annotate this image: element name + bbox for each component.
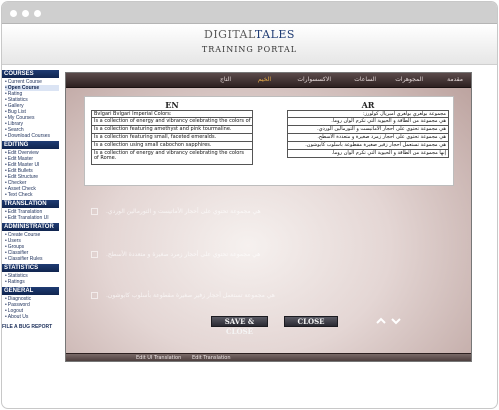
checkbox-icon [91, 251, 98, 258]
sidebar-nav: COURSES •Current Course •Open Course •Ratin… [2, 70, 59, 408]
english-column: EN Bvlgari Bvlgari Imperial Colors: Is a … [91, 100, 253, 165]
scroll-up-icon[interactable] [376, 317, 386, 325]
sidebar-section-header: TRANSLATION [2, 200, 59, 208]
sidebar-item[interactable]: •Text Check [5, 192, 59, 198]
translation-cell[interactable]: Is a collection using small cabochon sap… [91, 142, 253, 150]
portal-header: DIGITALTALES TRAINING PORTAL [2, 25, 497, 65]
logo-part2: TALES [254, 28, 295, 41]
scroll-down-icon[interactable] [391, 317, 401, 325]
sidebar-section-items: •Edit Translation •Edit Translation UI [2, 208, 59, 223]
bullet-icon: • [5, 192, 7, 198]
bullet-icon: • [5, 215, 7, 221]
sidebar-section-header: EDITING [2, 141, 59, 149]
logo-part1: DIGITAL [204, 28, 255, 41]
translation-cell[interactable]: Is a collection of energy and vibrancy c… [91, 118, 253, 126]
window-minimize-dot[interactable] [22, 10, 29, 17]
translation-cell[interactable]: هي مجموعة تحتوي على أحجار الأماتيست و ال… [287, 126, 449, 134]
background-item-text: هي مجموعة تحتوي على أحجار الأماتيست و ال… [106, 208, 261, 215]
arabic-column: AR مجموعة بولغري بولغري امبريال كولورز: ه… [287, 100, 449, 158]
window-titlebar [2, 2, 497, 24]
checkbox-icon [91, 208, 98, 215]
sidebar-item-label: About Us [7, 314, 29, 320]
sidebar-item-label: Edit Translation UI [7, 215, 49, 221]
translation-table: EN Bvlgari Bvlgari Imperial Colors: Is a … [84, 96, 454, 186]
translation-cell[interactable]: هي مجموعة تحتوي على أحجار زمرد صغيرة و م… [287, 134, 449, 142]
sidebar-item-label: Text Check [7, 192, 33, 198]
portal-subtitle: TRAINING PORTAL [201, 45, 298, 54]
sidebar-item[interactable]: •Download Courses [5, 133, 59, 139]
sidebar-item-label: Ratings [7, 279, 25, 285]
nav-tab[interactable]: الساعات [354, 76, 376, 83]
bullet-icon: • [5, 279, 7, 285]
arabic-column-header: AR [361, 100, 375, 110]
sidebar-item[interactable]: •Ratings [5, 279, 59, 285]
file-bug-report-link[interactable]: FILE A BUG REPORT [2, 324, 59, 330]
bullet-icon: • [5, 256, 7, 262]
save-close-button[interactable]: SAVE & CLOSE [211, 316, 268, 336]
translation-cell[interactable]: هي مجموعة تستعمل أحجار زفير صغيرة مقطوعة… [287, 142, 449, 150]
nav-tab[interactable]: مقدمة [447, 76, 463, 83]
portal-logo: DIGITALTALES [2, 28, 497, 41]
translation-cell[interactable]: Is a collection of energy and vibrancy c… [91, 150, 253, 165]
nav-tab[interactable]: الاكسسوارات [297, 76, 331, 83]
window-zoom-dot[interactable] [34, 10, 41, 17]
translation-cell[interactable]: Is a collection featuring amethyst and p… [91, 126, 253, 134]
sidebar-item[interactable]: •Edit Translation UI [5, 215, 59, 221]
english-column-header: EN [165, 100, 179, 110]
sidebar-section-items: •Current Course •Open Course •Rating •Stati… [2, 78, 59, 141]
sidebar-item-label: Download Courses [7, 133, 51, 139]
nav-tab[interactable]: التاج [220, 76, 231, 83]
sidebar-section-items: •Statistics •Ratings [2, 272, 59, 287]
background-item-text: هي مجموعة تستعمل أحجار زفير صغيرة مقطوعة… [106, 292, 275, 299]
sidebar-section-header: COURSES [2, 70, 59, 78]
sidebar-section-items: •Create Course •Users •Groups •Classifier •C… [2, 231, 59, 264]
sidebar-section-items: •Diagnostic •Password •Logout •About Us [2, 295, 59, 322]
window-close-dot[interactable] [10, 10, 17, 17]
bullet-icon: • [5, 133, 7, 139]
translation-cell[interactable]: Is a collection featuring small, faceted… [91, 134, 253, 142]
sidebar-section-header: STATISTICS [2, 264, 59, 272]
course-editor-panel: مقدمة المجوهرات الساعات الاكسسوارات الخيم الت… [65, 72, 472, 362]
bullet-icon: • [5, 314, 7, 320]
nav-tab[interactable]: المجوهرات [395, 76, 423, 83]
sidebar-section-items: •Edit Overview •Edit Master •Edit Master U… [2, 149, 59, 200]
translation-cell[interactable]: مجموعة بولغري بولغري امبريال كولورز: [287, 110, 449, 118]
sidebar-item-label: Classifier Rules [7, 256, 43, 262]
close-button[interactable]: CLOSE [284, 316, 338, 327]
edit-translation-link[interactable]: Edit Translation [192, 355, 231, 361]
course-nav-bar: مقدمة المجوهرات الساعات الاكسسوارات الخيم الت… [66, 73, 471, 88]
translation-cell[interactable]: إنها مجموعة من الطاقة و الحيوية التي تكر… [287, 150, 449, 158]
checkbox-icon [91, 292, 98, 299]
bottom-bar: Edit UI Translation Edit Translation [66, 353, 471, 361]
edit-ui-translation-link[interactable]: Edit UI Translation [136, 355, 181, 361]
browser-window: DIGITALTALES TRAINING PORTAL COURSES •Cur… [1, 1, 498, 409]
background-item-text: هي مجموعة تحتوي على أحجار زمرد صغيرة و م… [106, 251, 261, 258]
sidebar-section-header: GENERAL [2, 287, 59, 295]
nav-tab[interactable]: الخيم [258, 76, 271, 83]
translation-cell[interactable]: هي مجموعة من الطاقة و الحيوية التي تكرم … [287, 118, 449, 126]
translation-cell[interactable]: Bvlgari Bvlgari Imperial Colors: [91, 110, 253, 118]
sidebar-item[interactable]: •About Us [5, 314, 59, 320]
sidebar-section-header: ADMINISTRATOR [2, 223, 59, 231]
sidebar-item[interactable]: •Classifier Rules [5, 256, 59, 262]
